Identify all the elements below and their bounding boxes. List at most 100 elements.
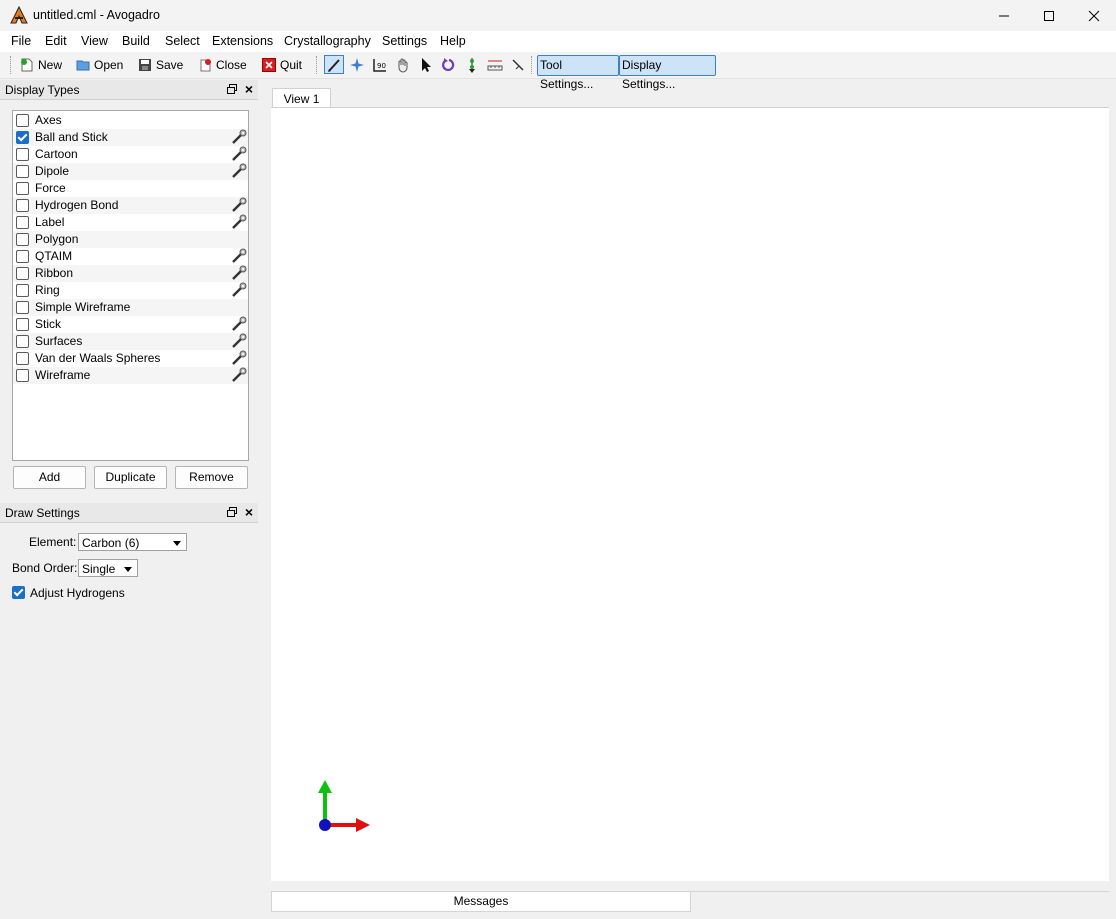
display-type-checkbox[interactable]: [16, 216, 29, 229]
draw-tool-button[interactable]: [324, 55, 344, 74]
display-type-row[interactable]: QTAIM: [13, 248, 248, 265]
settings-wrench-icon[interactable]: [231, 248, 247, 264]
display-type-row[interactable]: Stick: [13, 316, 248, 333]
open-button[interactable]: Open: [76, 56, 123, 74]
display-types-list[interactable]: Axes Ball and Stick Cartoon Dipole Force Hydr…: [12, 110, 249, 461]
display-type-row[interactable]: Simple Wireframe: [13, 299, 248, 316]
bond-order-select[interactable]: Single: [78, 559, 138, 577]
settings-wrench-icon[interactable]: [231, 333, 247, 349]
display-type-row[interactable]: Axes: [13, 112, 248, 129]
settings-wrench-icon[interactable]: [231, 129, 247, 145]
display-type-row[interactable]: Label: [13, 214, 248, 231]
display-type-row[interactable]: Ribbon: [13, 265, 248, 282]
save-button[interactable]: Save: [138, 56, 183, 74]
tab-view-1[interactable]: View 1: [272, 88, 331, 109]
display-type-row[interactable]: Ring: [13, 282, 248, 299]
minimize-icon: [999, 15, 1009, 16]
window-title: untitled.cml - Avogadro: [33, 8, 160, 22]
display-type-checkbox[interactable]: [16, 182, 29, 195]
avogadro-logo-icon: [10, 6, 28, 24]
display-type-label: Surfaces: [35, 334, 83, 348]
display-type-row[interactable]: Force: [13, 180, 248, 197]
tab-messages[interactable]: Messages: [271, 891, 691, 912]
display-type-row[interactable]: Van der Waals Spheres: [13, 350, 248, 367]
close-dock-icon[interactable]: ×: [245, 82, 253, 96]
display-type-checkbox[interactable]: [16, 114, 29, 127]
checkbox[interactable]: [12, 586, 25, 599]
select-tool-button[interactable]: [416, 55, 436, 75]
duplicate-display-button[interactable]: Duplicate: [94, 466, 167, 489]
minimize-button[interactable]: [981, 0, 1027, 31]
quit-icon: [262, 58, 276, 72]
display-type-row[interactable]: Polygon: [13, 231, 248, 248]
measure-angle-icon: 90: [373, 59, 386, 72]
molecule-viewport[interactable]: [271, 107, 1109, 881]
close-label: Close: [216, 58, 247, 72]
settings-wrench-icon[interactable]: [231, 146, 247, 162]
close-button[interactable]: Close: [198, 56, 247, 74]
menu-build[interactable]: Build: [122, 34, 150, 48]
display-type-label: Dipole: [35, 164, 70, 178]
display-type-checkbox[interactable]: [16, 267, 29, 280]
manipulate-tool-button[interactable]: [393, 55, 413, 75]
float-dock-icon[interactable]: [226, 506, 238, 518]
new-button[interactable]: New: [20, 56, 62, 74]
display-type-checkbox[interactable]: [16, 335, 29, 348]
display-type-checkbox[interactable]: [16, 284, 29, 297]
maximize-button[interactable]: [1026, 0, 1072, 31]
measure-tool-button[interactable]: 90: [370, 55, 390, 75]
settings-wrench-icon[interactable]: [231, 265, 247, 281]
display-type-row[interactable]: Hydrogen Bond: [13, 197, 248, 214]
display-type-checkbox[interactable]: [16, 369, 29, 382]
display-type-checkbox[interactable]: [16, 233, 29, 246]
tool-settings-button[interactable]: Tool Settings...: [537, 55, 619, 91]
remove-display-button[interactable]: Remove: [175, 466, 248, 489]
display-type-checkbox[interactable]: [16, 352, 29, 365]
display-type-label: Polygon: [35, 232, 79, 246]
menu-file[interactable]: File: [11, 34, 31, 48]
float-dock-icon[interactable]: [226, 83, 238, 95]
display-type-checkbox[interactable]: [16, 199, 29, 212]
close-window-button[interactable]: [1071, 0, 1116, 31]
draw-settings-dock-title: Draw Settings ×: [0, 503, 258, 523]
menu-select[interactable]: Select: [165, 34, 200, 48]
close-dock-icon[interactable]: ×: [245, 505, 253, 519]
save-disk-icon: [139, 59, 151, 71]
display-type-row[interactable]: Ball and Stick: [13, 129, 248, 146]
settings-wrench-icon[interactable]: [231, 367, 247, 383]
display-type-row[interactable]: Cartoon: [13, 146, 248, 163]
display-type-row[interactable]: Wireframe: [13, 367, 248, 384]
menu-extensions[interactable]: Extensions: [212, 34, 273, 48]
display-type-checkbox[interactable]: [16, 318, 29, 331]
display-settings-button[interactable]: Display Settings...: [619, 55, 716, 91]
navigate-tool-button[interactable]: [347, 55, 367, 75]
menu-crystallography[interactable]: Crystallography: [284, 34, 371, 48]
quit-button[interactable]: Quit: [262, 56, 302, 74]
settings-wrench-icon[interactable]: [231, 316, 247, 332]
draw-settings-title: Draw Settings: [5, 506, 80, 520]
settings-wrench-icon[interactable]: [231, 282, 247, 298]
auto-optimize-tool-button[interactable]: [508, 55, 528, 75]
add-display-button[interactable]: Add: [13, 466, 86, 489]
menu-help[interactable]: Help: [440, 34, 466, 48]
settings-wrench-icon[interactable]: [231, 197, 247, 213]
adjust-hydrogens-checkbox[interactable]: Adjust Hydrogens: [10, 585, 160, 601]
menu-settings[interactable]: Settings: [382, 34, 427, 48]
display-type-row[interactable]: Surfaces: [13, 333, 248, 350]
rotate-tool-button[interactable]: [439, 55, 459, 75]
display-type-checkbox[interactable]: [16, 165, 29, 178]
display-type-checkbox[interactable]: [16, 250, 29, 263]
settings-wrench-icon[interactable]: [231, 214, 247, 230]
display-type-checkbox[interactable]: [16, 301, 29, 314]
menu-view[interactable]: View: [81, 34, 108, 48]
element-select[interactable]: Carbon (6): [78, 533, 187, 551]
display-type-row[interactable]: Dipole: [13, 163, 248, 180]
settings-wrench-icon[interactable]: [231, 350, 247, 366]
align-tool-button[interactable]: [462, 55, 482, 75]
display-type-checkbox[interactable]: [16, 131, 29, 144]
bond-order-label: Bond Order:: [12, 561, 78, 575]
bond-centric-tool-button[interactable]: [485, 55, 505, 75]
settings-wrench-icon[interactable]: [231, 163, 247, 179]
display-type-checkbox[interactable]: [16, 148, 29, 161]
menu-edit[interactable]: Edit: [45, 34, 67, 48]
